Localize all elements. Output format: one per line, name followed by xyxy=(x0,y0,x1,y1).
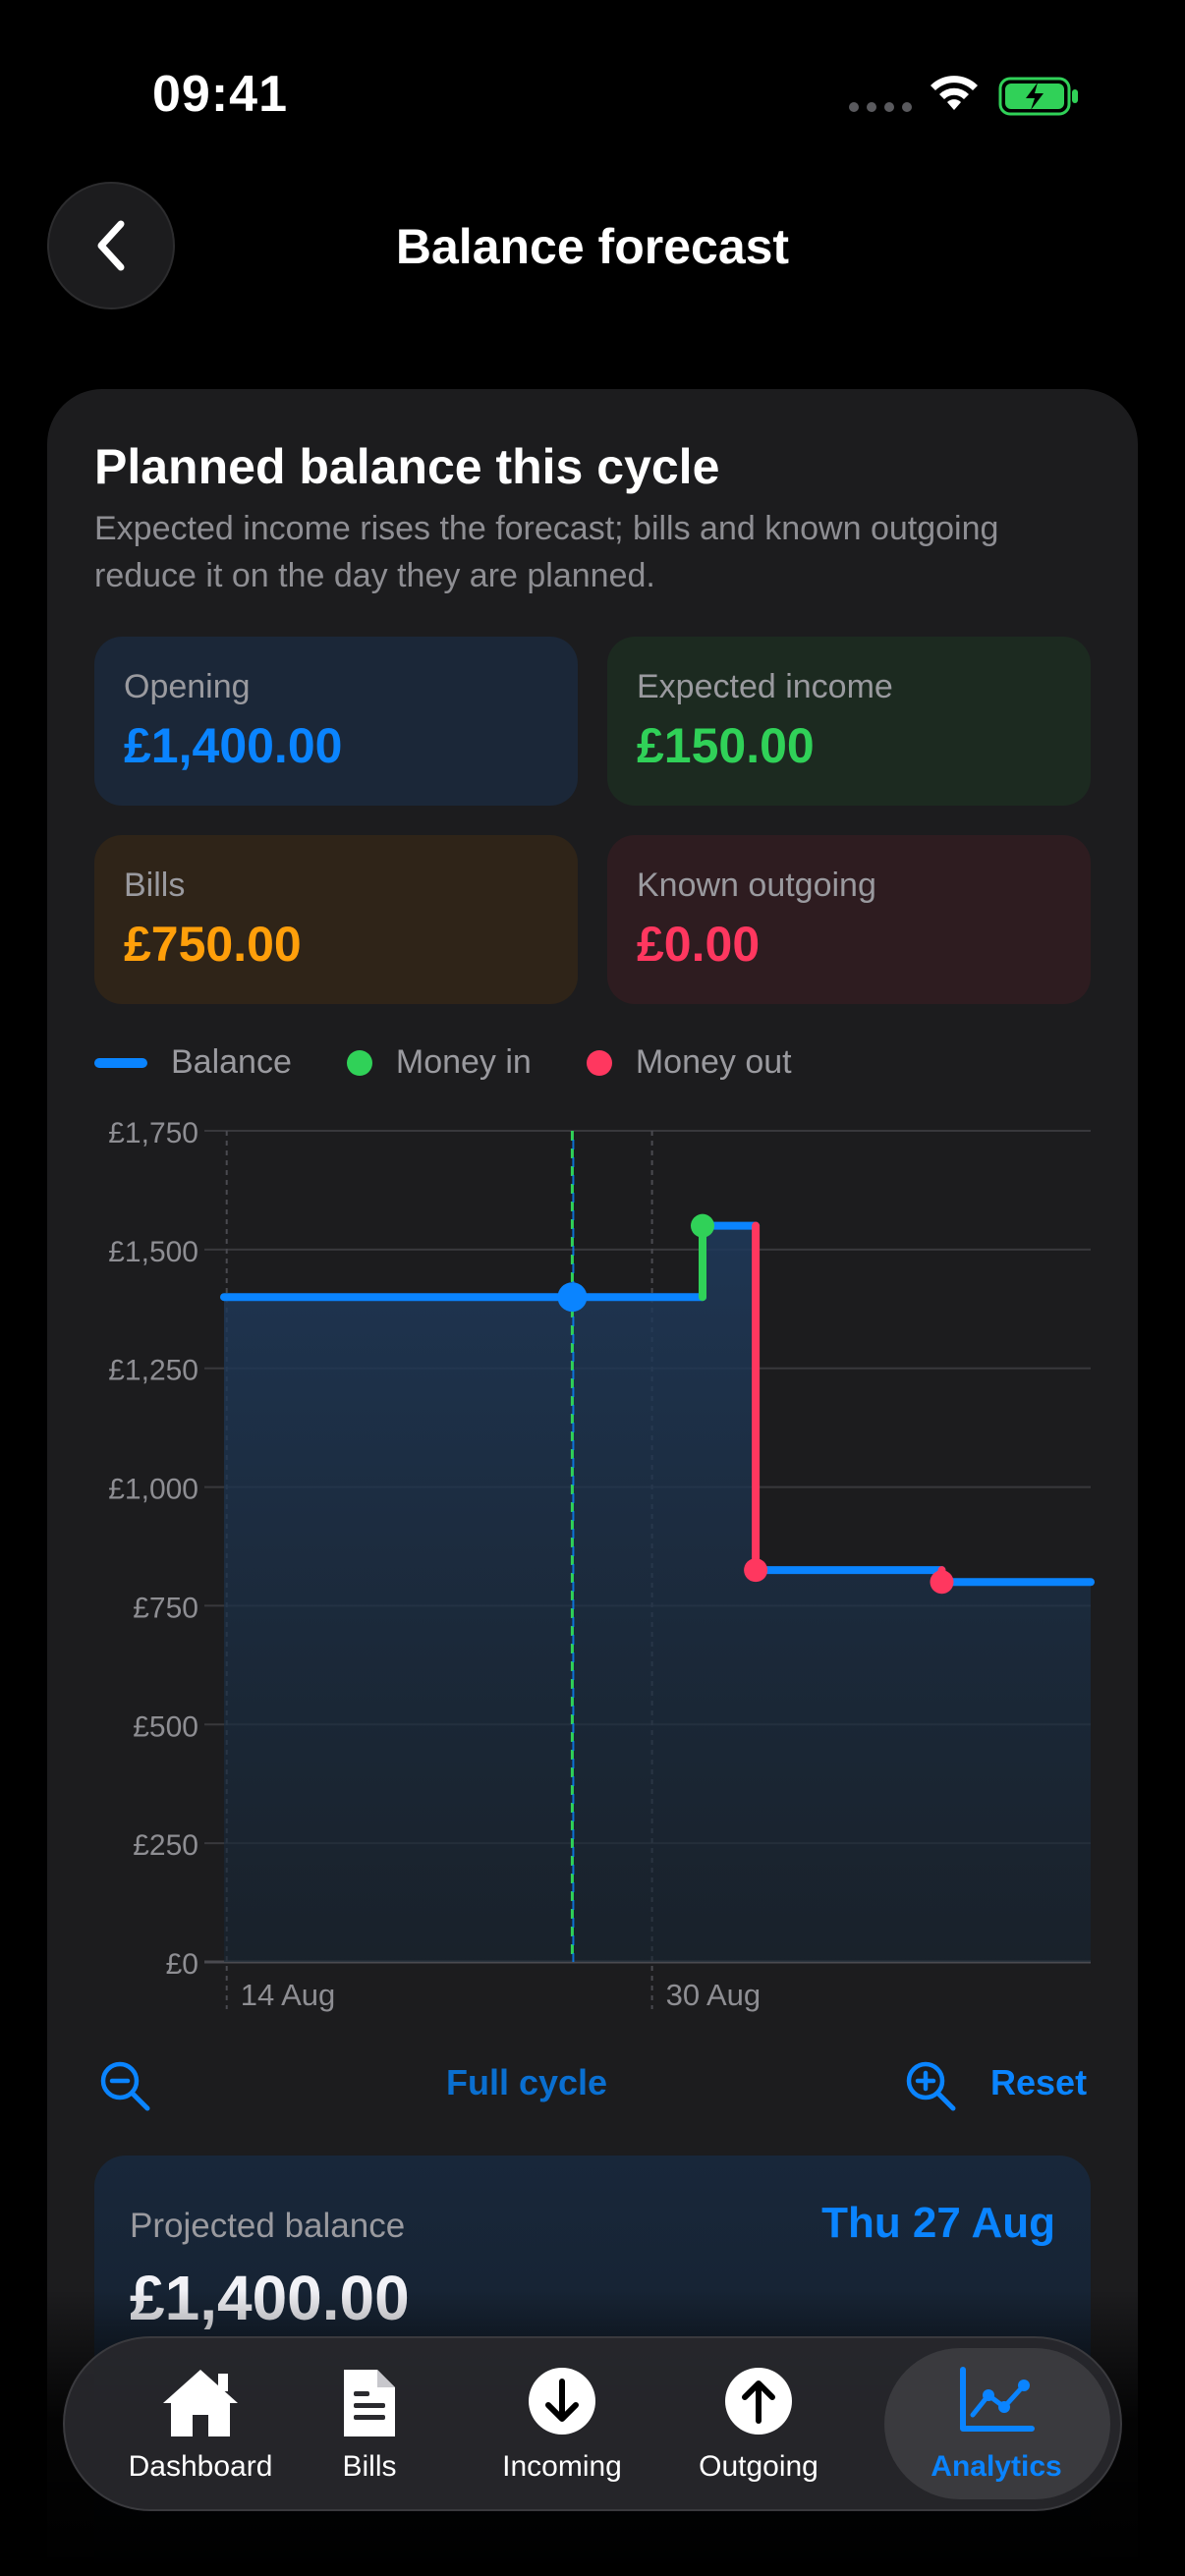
balance-area xyxy=(224,1225,1091,1962)
tab-analytics[interactable]: Analytics xyxy=(898,2338,1095,2509)
y-tick-label: £1,000 xyxy=(108,1474,198,1506)
y-tick-label: £1,500 xyxy=(108,1236,198,1268)
balance-chart[interactable]: £1,750 £1,500 £1,250 £1,000 £750 £500 £250 £0 14… xyxy=(47,389,1138,2040)
arrow-up-circle-icon xyxy=(725,2368,792,2435)
x-tick-label: 14 Aug xyxy=(241,1978,336,2012)
money-out-point xyxy=(930,1570,954,1595)
wifi-icon xyxy=(931,76,978,110)
zoom-out-icon[interactable] xyxy=(98,2059,153,2114)
x-tick-label: 30 Aug xyxy=(666,1978,762,2012)
status-bar: 09:41 xyxy=(0,0,1185,187)
reset-button[interactable]: Reset xyxy=(990,2062,1087,2103)
money-in-point xyxy=(690,1213,714,1238)
document-icon xyxy=(344,2370,395,2436)
page-title: Balance forecast xyxy=(395,219,790,274)
tab-label: Dashboard xyxy=(128,2450,273,2483)
tab-bills[interactable]: Bills xyxy=(271,2338,468,2509)
tab-dashboard[interactable]: Dashboard xyxy=(102,2338,299,2509)
tab-label: Bills xyxy=(342,2450,397,2483)
tab-outgoing[interactable]: Outgoing xyxy=(660,2338,857,2509)
tab-bar: Dashboard Bills Incoming Outgoing Analyt… xyxy=(63,2336,1122,2511)
y-tick-label: £500 xyxy=(133,1710,198,1743)
full-cycle-button[interactable]: Full cycle xyxy=(446,2062,607,2103)
tab-label: Analytics xyxy=(931,2450,1062,2483)
tab-label: Outgoing xyxy=(699,2450,818,2483)
y-tick-label: £250 xyxy=(133,1829,198,1862)
tab-label: Incoming xyxy=(502,2450,622,2483)
y-tick-label: £0 xyxy=(166,1948,198,1981)
house-icon xyxy=(163,2370,238,2436)
signal-dots-icon xyxy=(849,102,912,112)
projected-date: Thu 27 Aug xyxy=(821,2199,1055,2247)
battery-charging-icon xyxy=(998,77,1078,116)
y-tick-label: £1,250 xyxy=(108,1355,198,1387)
arrow-down-circle-icon xyxy=(529,2368,595,2435)
selected-point xyxy=(557,1282,588,1313)
chart-line-icon xyxy=(960,2367,1035,2432)
status-time: 09:41 xyxy=(152,66,288,123)
zoom-in-icon[interactable] xyxy=(904,2059,959,2114)
y-tick-label: £1,750 xyxy=(108,1117,198,1149)
money-out-point xyxy=(744,1558,768,1583)
tab-incoming[interactable]: Incoming xyxy=(464,2338,660,2509)
y-tick-label: £750 xyxy=(133,1592,198,1624)
forecast-card: Planned balance this cycle Expected inco… xyxy=(47,389,1138,2576)
projected-label: Projected balance xyxy=(130,2207,406,2245)
